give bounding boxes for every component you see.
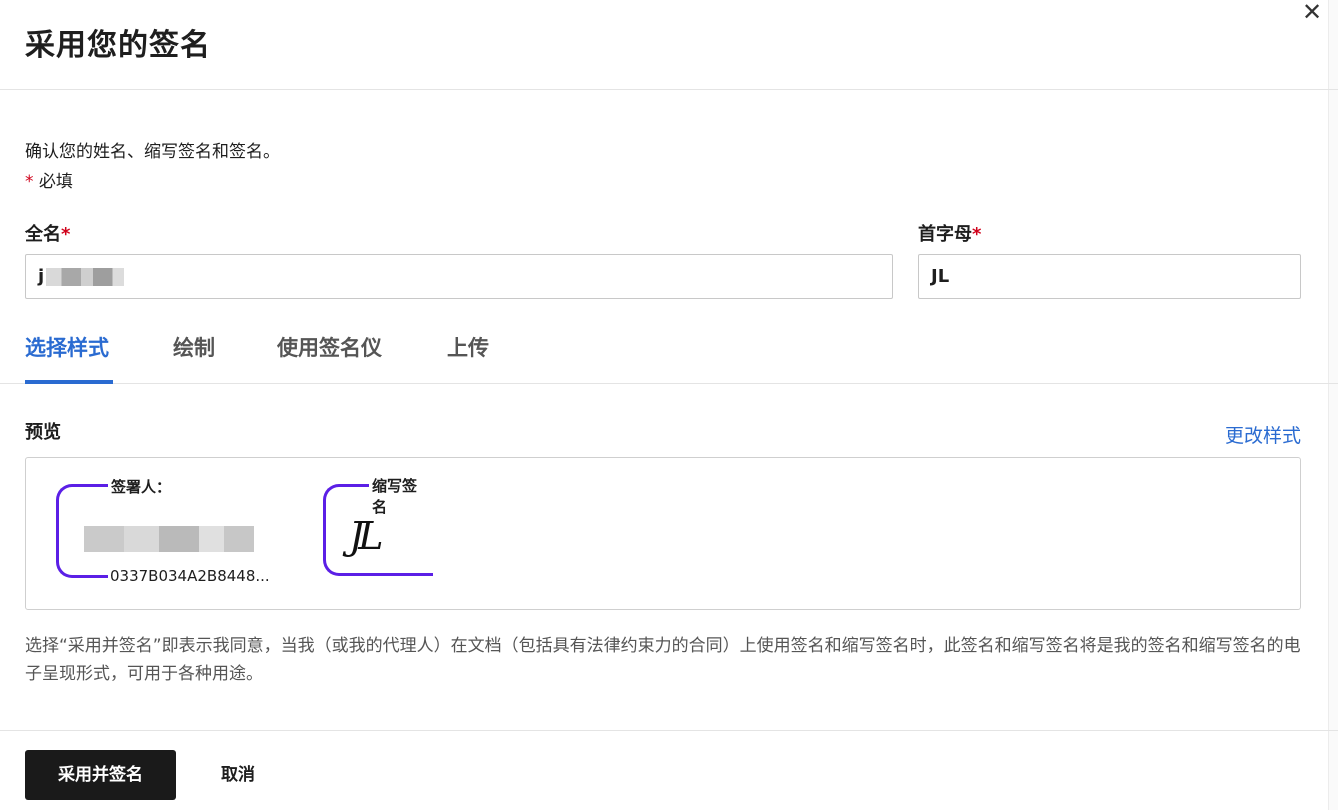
initials-caption: 缩写签名 [369,475,433,517]
tab-signature-pad[interactable]: 使用签名仪 [277,332,382,362]
initials-input[interactable]: JL [918,254,1301,299]
signature-caption: 签署人： [108,476,175,497]
active-tab-indicator [25,380,113,384]
scrollbar-track[interactable] [1328,0,1338,810]
preview-label: 预览 [25,422,61,443]
signature-sample: 签署人： 0337B034A2B8448... [56,476,296,585]
required-note: * 必填 [25,167,73,192]
close-icon[interactable]: ✕ [1300,0,1324,24]
intro-text: 确认您的姓名、缩写签名和签名。 [25,142,280,162]
initials-sample: 缩写签名 JL [323,475,433,576]
adopt-signature-dialog: 采用您的签名 ✕ 确认您的姓名、缩写签名和签名。 * 必填 全名* j 首字母*… [0,0,1338,810]
dialog-title: 采用您的签名 [25,28,211,63]
tab-select-style[interactable]: 选择样式 [25,332,109,362]
dialog-header: 采用您的签名 ✕ [0,0,1338,90]
required-star: * [25,172,34,192]
adopt-and-sign-button[interactable]: 采用并签名 [25,750,176,800]
fullname-required-star: * [61,224,71,245]
fullname-redaction [46,268,125,286]
required-label: 必填 [33,172,73,192]
dialog-footer: 采用并签名 取消 [0,730,1338,810]
fullname-input[interactable]: j [25,254,893,299]
fullname-label-text: 全名 [25,224,61,245]
signature-redaction [84,526,264,552]
initials-required-star: * [972,224,982,245]
fullname-visible-text: j [38,266,45,287]
signature-preview: 签署人： 0337B034A2B8448... 缩写签名 JL [25,457,1301,610]
signature-hash: 0337B034A2B8448... [108,567,272,585]
tab-draw[interactable]: 绘制 [173,332,215,362]
signature-tabs: 选择样式 绘制 使用签名仪 上传 [0,322,1338,384]
fullname-label: 全名* [25,220,70,246]
tab-upload[interactable]: 上传 [447,332,489,362]
consent-disclaimer: 选择“采用并签名”即表示我同意，当我（或我的代理人）在文档（包括具有法律约束力的… [25,636,1301,684]
change-style-link[interactable]: 更改样式 [1225,421,1301,448]
initials-label-text: 首字母 [918,224,972,245]
initials-script: JL [349,514,384,558]
cancel-button[interactable]: 取消 [203,750,273,800]
initials-label: 首字母* [918,220,981,246]
